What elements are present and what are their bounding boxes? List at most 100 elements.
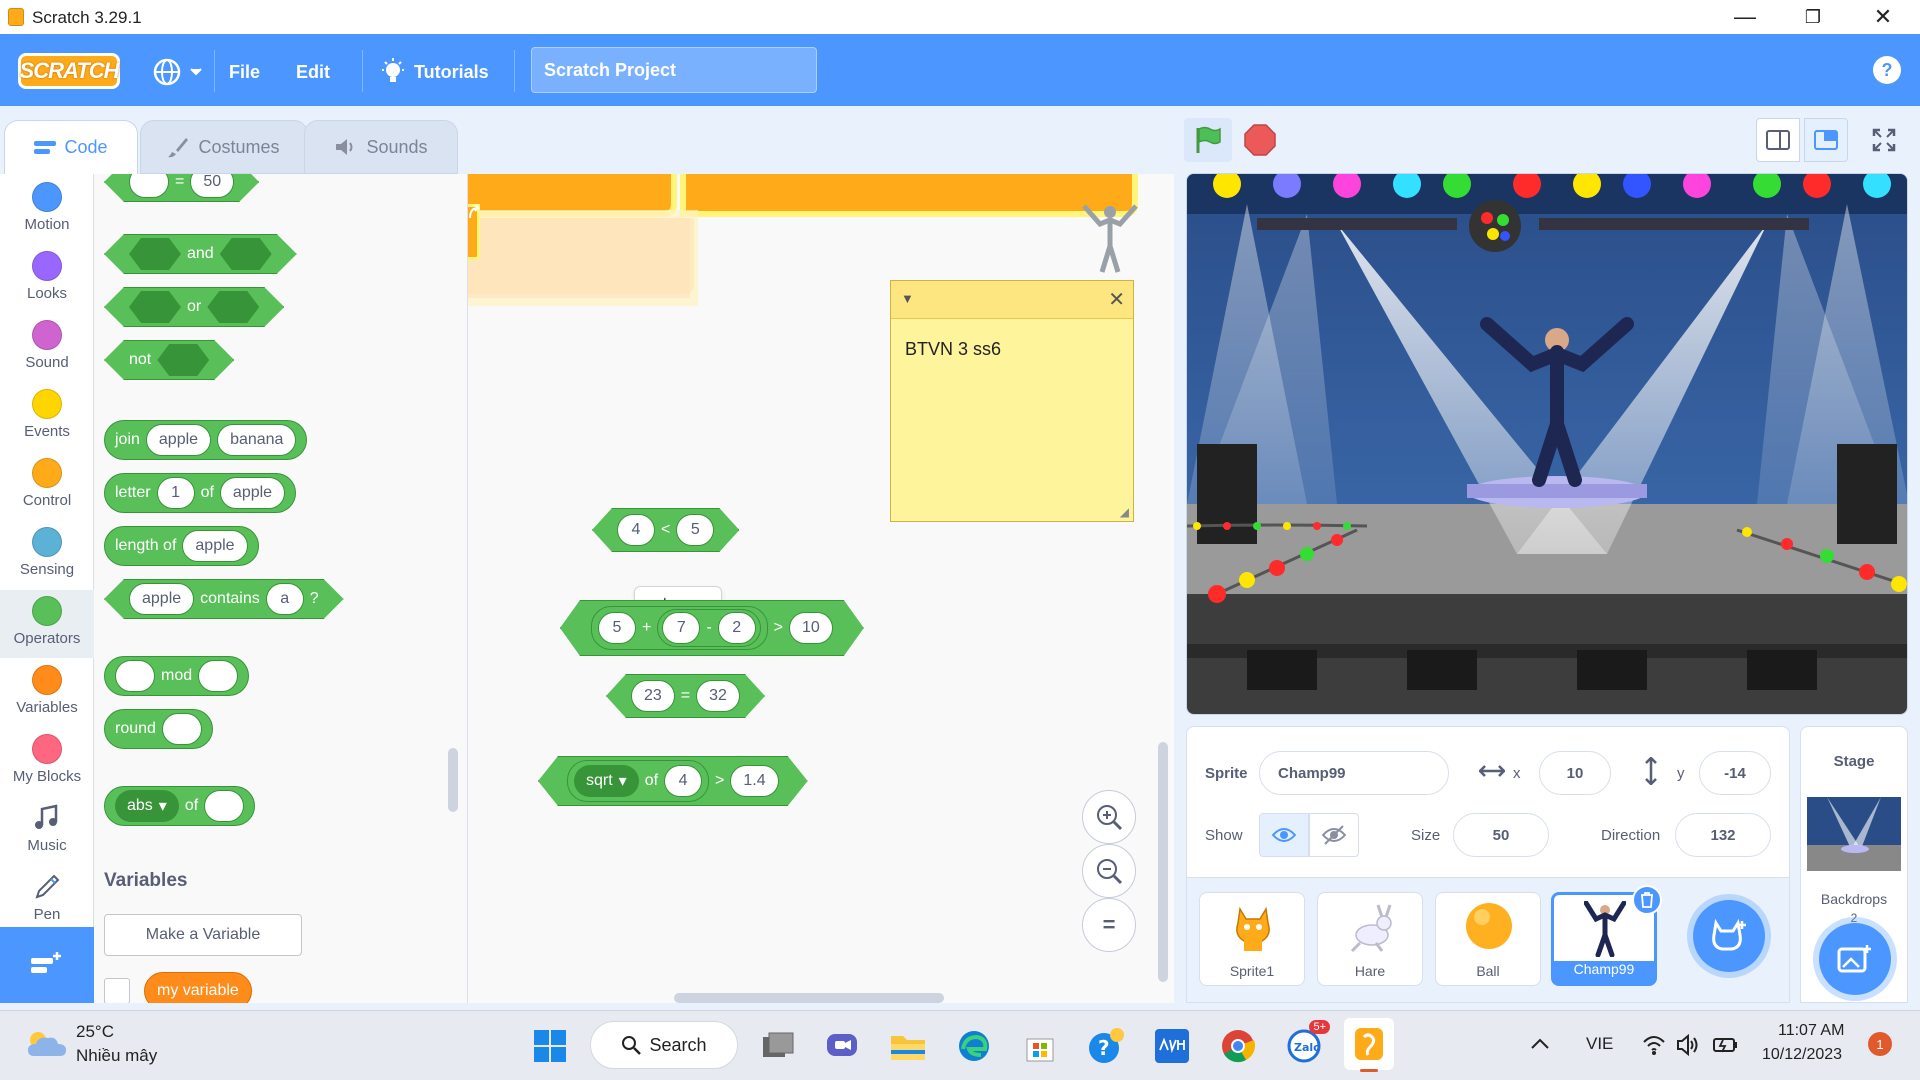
clock-time[interactable]: 11:07 AM bbox=[1778, 1022, 1844, 1040]
and-right-slot[interactable] bbox=[220, 238, 272, 270]
resize-handle-icon[interactable]: ◢ bbox=[1120, 505, 1129, 519]
x-input[interactable]: 10 bbox=[1539, 751, 1611, 795]
abs-of-block[interactable]: abs ▾ of bbox=[104, 786, 256, 826]
language-menu[interactable] bbox=[152, 57, 202, 87]
sub-right-slot[interactable]: 2 bbox=[718, 612, 756, 644]
script-horizontal-scrollbar[interactable] bbox=[674, 993, 944, 1003]
volume-icon[interactable] bbox=[1676, 1034, 1700, 1056]
length-of-block[interactable]: length of apple bbox=[104, 526, 259, 566]
taskbar-search[interactable]: Search bbox=[590, 1021, 738, 1069]
lt-left-slot[interactable]: 4 bbox=[617, 514, 655, 546]
and-block[interactable]: and bbox=[104, 234, 297, 274]
category-my-blocks[interactable]: My Blocks bbox=[0, 728, 94, 796]
sub-left-slot[interactable]: 7 bbox=[662, 612, 700, 644]
sprite-tile-ball[interactable]: Ball bbox=[1435, 892, 1541, 986]
fullscreen-button[interactable] bbox=[1862, 118, 1906, 162]
collapse-arrow-icon[interactable]: ▼ bbox=[901, 291, 914, 306]
project-title-input[interactable]: Scratch Project bbox=[531, 47, 817, 93]
less-than-block[interactable]: 4 < 5 bbox=[592, 508, 739, 552]
category-pen[interactable]: Pen bbox=[0, 866, 94, 934]
small-stage-button[interactable] bbox=[1756, 118, 1800, 162]
contains-block[interactable]: apple contains a ? bbox=[104, 579, 344, 619]
stage-canvas[interactable] bbox=[1186, 173, 1908, 715]
close-window-button[interactable]: ✕ bbox=[1848, 0, 1918, 34]
zoom-out-button[interactable] bbox=[1082, 844, 1136, 898]
round-slot[interactable] bbox=[161, 713, 202, 745]
show-sprite-button[interactable] bbox=[1259, 813, 1309, 857]
category-music[interactable]: Music bbox=[0, 797, 94, 865]
chrome-button[interactable] bbox=[1218, 1026, 1258, 1066]
palette-scrollbar[interactable] bbox=[448, 748, 458, 812]
equals-script-block[interactable]: 23 = 32 bbox=[606, 674, 765, 718]
sprite-tile-champ99[interactable]: Champ99 bbox=[1551, 885, 1662, 986]
tab-code[interactable]: Code bbox=[4, 120, 138, 174]
or-right-slot[interactable] bbox=[207, 291, 259, 323]
zoom-in-button[interactable] bbox=[1082, 790, 1136, 844]
comment-header[interactable]: ▼ ✕ bbox=[891, 281, 1133, 319]
hide-sprite-button[interactable] bbox=[1309, 813, 1359, 857]
sprite-tile-sprite1[interactable]: Sprite1 bbox=[1199, 892, 1305, 986]
contains-a-slot[interactable]: apple bbox=[129, 583, 194, 615]
make-variable-button[interactable]: Make a Variable bbox=[104, 914, 302, 956]
start-button[interactable] bbox=[530, 1026, 570, 1066]
subtraction-block[interactable]: 7 - 2 bbox=[657, 609, 760, 647]
microsoft-store-button[interactable] bbox=[1020, 1026, 1060, 1066]
zoom-reset-button[interactable]: = bbox=[1082, 898, 1136, 952]
category-motion[interactable]: Motion bbox=[0, 176, 94, 244]
script-vertical-scrollbar[interactable] bbox=[1158, 742, 1168, 982]
mod-block[interactable]: mod bbox=[104, 656, 250, 696]
round-block[interactable]: round bbox=[104, 709, 213, 749]
stop-button[interactable] bbox=[1240, 120, 1280, 160]
category-events[interactable]: Events bbox=[0, 383, 94, 451]
equals-right-slot[interactable]: 50 bbox=[190, 174, 234, 198]
sqrt-compare-block[interactable]: sqrt ▾ of 4 > 1.4 bbox=[538, 756, 808, 806]
sqrt-function-dropdown[interactable]: sqrt ▾ bbox=[574, 765, 639, 797]
battery-icon[interactable] bbox=[1712, 1034, 1740, 1056]
comment-note[interactable]: ▼ ✕ BTVN 3 ss6 ◢ bbox=[890, 280, 1134, 522]
my-variable-block[interactable]: my variable bbox=[144, 972, 252, 1003]
category-sensing[interactable]: Sensing bbox=[0, 521, 94, 589]
clock-date[interactable]: 10/12/2023 bbox=[1762, 1046, 1842, 1064]
scratch-taskbar-button[interactable] bbox=[1344, 1018, 1394, 1072]
choose-backdrop-button[interactable] bbox=[1819, 923, 1891, 995]
letter-index-slot[interactable]: 1 bbox=[156, 477, 195, 509]
sqrt-right-slot[interactable]: 1.4 bbox=[730, 765, 778, 797]
equals-block[interactable]: = 50 bbox=[104, 174, 259, 202]
large-stage-button[interactable] bbox=[1804, 118, 1848, 162]
gt-right-slot[interactable]: 10 bbox=[789, 612, 833, 644]
category-sound[interactable]: Sound bbox=[0, 314, 94, 382]
edit-menu[interactable]: Edit bbox=[296, 57, 330, 87]
mod-left-slot[interactable] bbox=[115, 660, 155, 692]
join-block[interactable]: join apple banana bbox=[104, 420, 308, 460]
stage-target-panel[interactable]: Stage Backdrops 2 bbox=[1800, 726, 1908, 1003]
and-left-slot[interactable] bbox=[129, 238, 181, 270]
file-menu[interactable]: File bbox=[229, 57, 260, 87]
size-input[interactable]: 50 bbox=[1453, 813, 1549, 857]
edge-browser-button[interactable] bbox=[954, 1026, 994, 1066]
addition-block[interactable]: 5 + 7 - 2 bbox=[591, 606, 768, 650]
contains-b-slot[interactable]: a bbox=[266, 583, 304, 615]
lt-right-slot[interactable]: 5 bbox=[676, 514, 714, 546]
eq-left-slot[interactable]: 23 bbox=[631, 680, 675, 712]
letter-of-block[interactable]: letter 1 of apple bbox=[104, 473, 297, 513]
tutorials-menu[interactable]: Tutorials bbox=[380, 57, 489, 87]
math-function-dropdown[interactable]: abs ▾ bbox=[115, 790, 179, 822]
y-input[interactable]: -14 bbox=[1699, 751, 1771, 795]
script-area[interactable]: ▼ ✕ BTVN 3 ss6 ◢ 4 < 5 true 5 + 7 - 2 > … bbox=[468, 174, 1174, 1003]
sprite-tile-hare[interactable]: Hare bbox=[1317, 892, 1423, 986]
teams-chat-button[interactable] bbox=[822, 1026, 862, 1066]
task-view-button[interactable] bbox=[758, 1026, 798, 1066]
not-block[interactable]: not bbox=[104, 340, 234, 380]
get-help-button[interactable]: ? bbox=[1086, 1026, 1126, 1066]
close-icon[interactable]: ✕ bbox=[1108, 287, 1125, 312]
weather-temperature[interactable]: 25°C bbox=[76, 1022, 114, 1042]
category-control[interactable]: Control bbox=[0, 452, 94, 520]
maximize-button[interactable]: ❐ bbox=[1778, 0, 1848, 34]
myhp-button[interactable] bbox=[1152, 1026, 1192, 1066]
or-left-slot[interactable] bbox=[129, 291, 181, 323]
help-button[interactable]: ? bbox=[1873, 56, 1901, 84]
zalo-button[interactable]: Zalo 5+ bbox=[1284, 1020, 1330, 1066]
add-extension-button[interactable] bbox=[0, 927, 94, 1003]
sprite-name-input[interactable]: Champ99 bbox=[1259, 751, 1449, 795]
tab-sounds[interactable]: Sounds bbox=[304, 120, 458, 174]
